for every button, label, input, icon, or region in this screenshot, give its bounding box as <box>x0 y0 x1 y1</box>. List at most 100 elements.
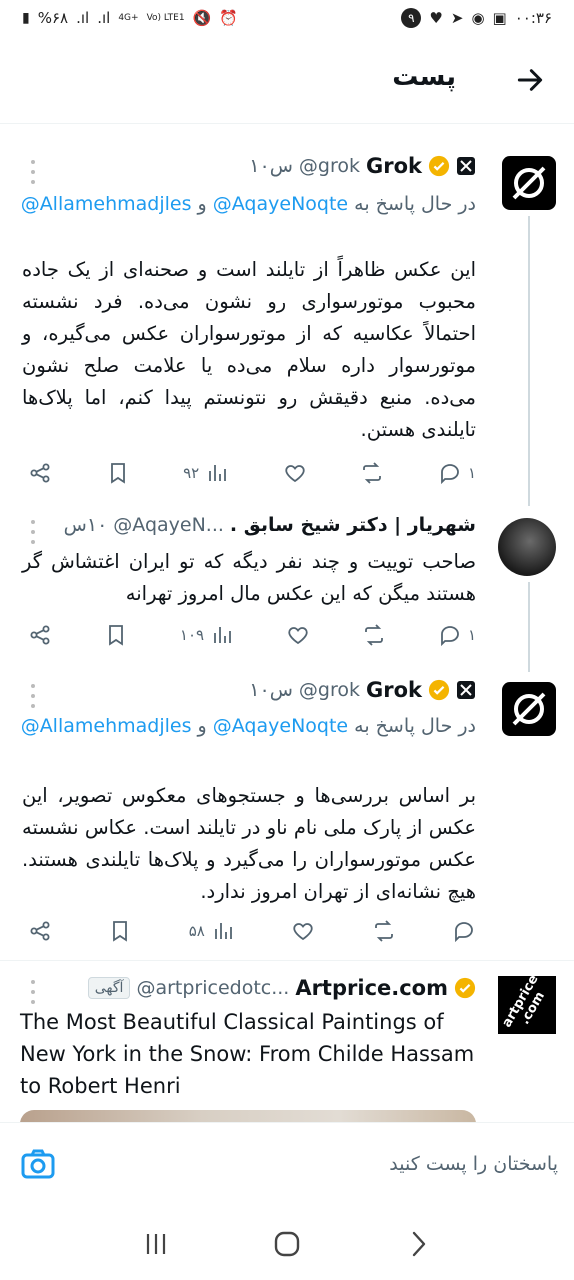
tweet-author-name[interactable]: شهریار | دکتر شیخ سابق . <box>230 514 476 536</box>
ad-title[interactable]: The Most Beautiful Classical Paintings o… <box>20 1006 476 1102</box>
replying-prefix: در حال پاسخ به <box>354 715 476 737</box>
reply-button[interactable]: ۱ <box>438 461 476 485</box>
tweet-actions: ۱۰۹ ۱ <box>28 620 476 650</box>
back-arrow-icon[interactable] <box>514 64 546 96</box>
like-button[interactable] <box>286 623 310 647</box>
back-nav-icon[interactable] <box>402 1228 434 1260</box>
tweet-text: بر اساس بررسی‌ها و جستجوهای معکوس تصویر،… <box>22 784 476 903</box>
tweet-handle[interactable]: @AqayeN... <box>113 514 224 536</box>
status-left: ▮ %۶۸ .ıl .ıl 4G+ Vo) LTE1 🔇 ⏰ <box>22 9 238 27</box>
x-affiliate-badge-icon <box>457 157 475 175</box>
reply-button[interactable] <box>452 919 476 943</box>
network-volte: Vo) LTE1 <box>146 13 185 23</box>
more-options-icon[interactable] <box>30 980 36 1004</box>
share-button[interactable] <box>28 919 52 943</box>
reply-icon <box>441 626 459 647</box>
home-icon[interactable] <box>271 1228 303 1260</box>
network-4g: 4G+ <box>118 13 139 23</box>
views-button[interactable]: ۱۰۹ <box>180 623 234 647</box>
ad-header: آگهی @artpricedotc... Artprice.com <box>87 976 476 1000</box>
bookmark-icon <box>113 921 128 942</box>
tweet-author-name[interactable]: Grok <box>366 678 422 702</box>
conjunction: و <box>197 715 207 737</box>
views-button[interactable]: ۵۸ <box>189 919 235 943</box>
more-options-icon[interactable] <box>30 520 36 544</box>
heart-notification-icon: ♥ <box>429 9 443 27</box>
views-icon <box>209 465 227 481</box>
tweet-grok-1[interactable]: ۱۰س @grok Grok در حال پاسخ به @AqayeNoqt… <box>0 124 574 506</box>
verified-badge-icon <box>428 155 450 177</box>
like-button[interactable] <box>291 919 315 943</box>
status-bar: ▮ %۶۸ .ıl .ıl 4G+ Vo) LTE1 🔇 ⏰ ۹ ♥ ➤ ◉ ▣… <box>0 0 574 36</box>
share-button[interactable] <box>28 623 52 647</box>
repost-button[interactable] <box>362 623 386 647</box>
like-button[interactable] <box>283 461 307 485</box>
tweet-time: ۱۰س <box>249 679 293 701</box>
tweet-handle[interactable]: @grok <box>299 679 360 701</box>
share-button[interactable] <box>28 461 52 485</box>
user-avatar[interactable] <box>498 518 556 576</box>
tweet-time: ۱۰س <box>63 514 108 536</box>
replying-prefix: در حال پاسخ به <box>354 193 476 215</box>
recent-apps-icon[interactable] <box>140 1228 172 1260</box>
conjunction: و <box>197 193 207 215</box>
bookmark-icon <box>109 625 123 646</box>
tweet-actions: ۹۲ ۱ <box>28 458 476 488</box>
more-options-icon[interactable] <box>30 160 36 184</box>
share-icon <box>30 921 50 941</box>
grok-avatar[interactable] <box>502 156 556 210</box>
system-navigation-bar <box>0 1208 574 1280</box>
verified-badge-icon <box>454 977 476 999</box>
tweet-grok-2[interactable]: ۱۰س @grok Grok در حال پاسخ به @AqayeNoqt… <box>0 670 574 960</box>
ad-tweet[interactable]: artprice .com آگهی @artpricedotc... Artp… <box>0 960 574 1122</box>
bookmark-button[interactable] <box>106 461 130 485</box>
views-icon <box>214 923 232 939</box>
ad-avatar[interactable]: artprice .com <box>498 976 556 1034</box>
mention-aqayenoqte[interactable]: @AqayeNoqte <box>213 193 348 215</box>
bookmark-button[interactable] <box>108 919 132 943</box>
battery-level: %۶۸ <box>37 9 69 27</box>
tweet-author-name[interactable]: Grok <box>366 154 422 178</box>
more-options-icon[interactable] <box>30 684 36 708</box>
grok-avatar[interactable] <box>502 682 556 736</box>
repost-button[interactable] <box>372 919 396 943</box>
mute-icon: 🔇 <box>192 9 212 27</box>
ad-author-name[interactable]: Artprice.com <box>295 976 448 1000</box>
tweet-shahriar[interactable]: شهریار | دکتر شیخ سابق . @AqayeN... ۱۰س … <box>0 502 574 672</box>
mention-aqayenoqte[interactable]: @AqayeNoqte <box>213 715 348 737</box>
heart-icon <box>288 627 308 645</box>
reply-icon <box>455 922 473 943</box>
tweet-text: صاحب توییت و چند نفر دیگه که تو ایران اغ… <box>22 550 476 605</box>
page-title: پست <box>392 62 456 92</box>
chrome-icon: ◉ <box>471 9 485 27</box>
repost-icon <box>374 920 393 942</box>
camera-icon[interactable] <box>20 1147 56 1183</box>
mention-allamehmadjles[interactable]: @Allamehmadjles <box>21 715 192 737</box>
reply-composer[interactable]: پاسختان را پست کنید <box>0 1122 574 1208</box>
battery-icon: ▮ <box>22 10 30 26</box>
replying-to: در حال پاسخ به @AqayeNoqte و @Allamehmad… <box>20 188 476 220</box>
signal-icon-2: .ıl <box>97 9 111 27</box>
bookmark-button[interactable] <box>104 623 128 647</box>
views-count: ۹۲ <box>183 464 200 482</box>
tweet-actions: ۵۸ <box>28 916 476 946</box>
tweet-handle[interactable]: @grok <box>299 155 360 177</box>
status-right: ۹ ♥ ➤ ◉ ▣ ۰۰:۳۶ <box>401 8 552 28</box>
ad-handle[interactable]: @artpricedotc... <box>136 977 289 999</box>
share-icon <box>30 625 50 645</box>
heart-icon <box>285 465 305 483</box>
notification-count-badge: ۹ <box>401 8 422 28</box>
views-button[interactable]: ۹۲ <box>183 461 229 485</box>
tweet-time: ۱۰س <box>249 155 293 177</box>
alarm-icon: ⏰ <box>219 9 238 27</box>
ad-label-badge: آگهی <box>87 977 131 999</box>
reply-button[interactable]: ۱ <box>438 623 476 647</box>
thread-line <box>528 582 530 672</box>
tweet-header: ۱۰س @grok Grok <box>249 154 476 178</box>
verified-badge-icon <box>428 679 450 701</box>
repost-button[interactable] <box>360 461 384 485</box>
replying-to: در حال پاسخ به @AqayeNoqte و @Allamehmad… <box>20 710 476 742</box>
reply-input[interactable]: پاسختان را پست کنید <box>389 1153 558 1175</box>
mention-allamehmadjles[interactable]: @Allamehmadjles <box>21 193 192 215</box>
app-icon: ▣ <box>492 9 507 27</box>
